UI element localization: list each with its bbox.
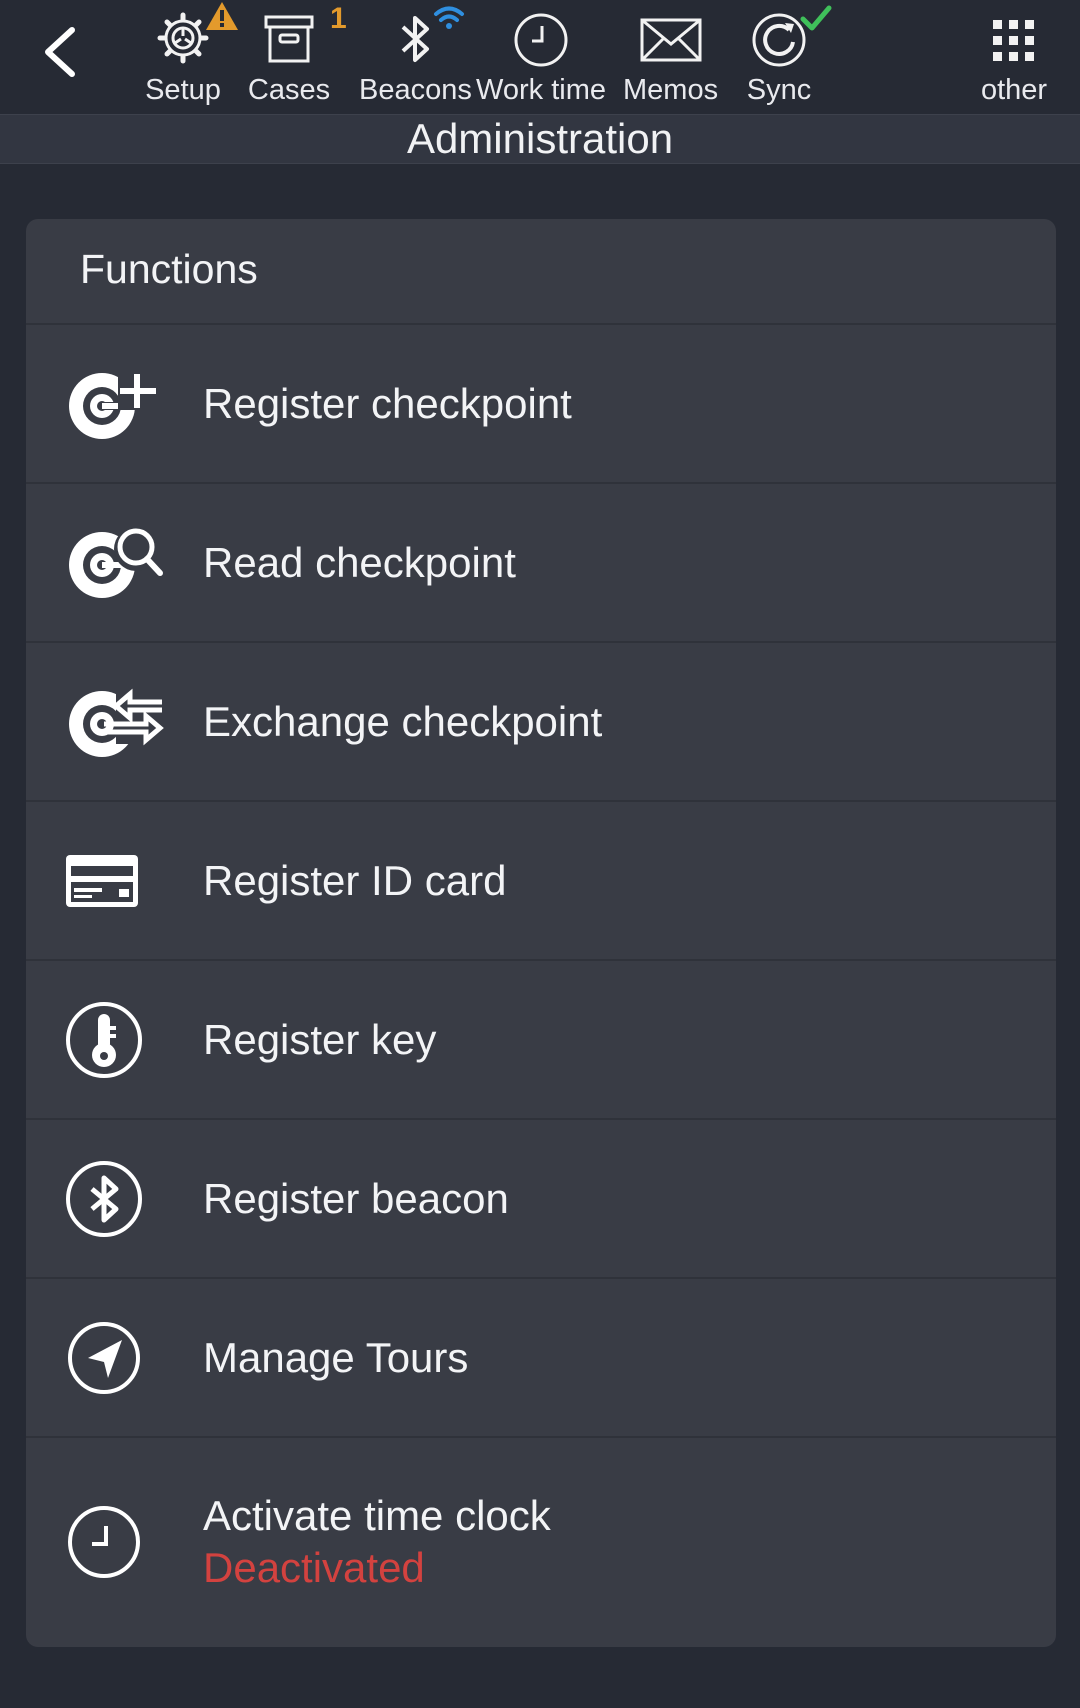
toolbar-work-time[interactable]: Work time — [476, 0, 606, 112]
bluetooth-icon — [402, 16, 430, 62]
wifi-signal-icon — [434, 6, 465, 29]
toolbar-memos[interactable]: Memos — [623, 0, 718, 112]
register-checkpoint-item[interactable]: Register checkpoint — [26, 325, 1056, 484]
functions-card: Functions Register checkpoint Read check… — [26, 219, 1056, 1647]
key-icon — [66, 1001, 142, 1078]
toolbar-sync[interactable]: Sync — [734, 0, 832, 112]
register-beacon-item[interactable]: Register beacon — [26, 1120, 1056, 1279]
top-toolbar: Setup 1 Cases Beacons Work time Memos Sy… — [0, 0, 1080, 114]
bluetooth-circle-icon — [66, 1160, 142, 1237]
toolbar-other-label: other — [980, 74, 1048, 106]
checkpoint-search-icon — [69, 526, 163, 598]
sync-icon — [752, 13, 806, 67]
toolbar-sync-label: Sync — [746, 74, 812, 106]
page-title: Administration — [0, 114, 1080, 164]
checkpoint-add-icon — [69, 371, 158, 439]
archive-box-icon — [264, 15, 314, 63]
clock-icon — [68, 1506, 140, 1578]
read-checkpoint-label: Read checkpoint — [203, 538, 516, 586]
register-beacon-label: Register beacon — [203, 1174, 509, 1222]
register-id-card-label: Register ID card — [203, 856, 507, 904]
warning-icon — [206, 2, 238, 30]
navigation-icon — [68, 1321, 140, 1394]
chevron-left-icon — [45, 27, 75, 77]
toolbar-cases-label: Cases — [247, 74, 331, 106]
toolbar-beacons[interactable]: Beacons — [359, 0, 472, 112]
manage-tours-item[interactable]: Manage Tours — [26, 1279, 1056, 1438]
exchange-checkpoint-label: Exchange checkpoint — [203, 697, 603, 745]
register-key-label: Register key — [203, 1015, 437, 1063]
toolbar-other[interactable]: other — [969, 0, 1059, 112]
clock-icon — [514, 13, 568, 67]
register-id-card-item[interactable]: Register ID card — [26, 802, 1056, 961]
activate-time-clock-label: Activate time clock — [203, 1492, 551, 1539]
toolbar-setup-label: Setup — [145, 74, 221, 106]
id-card-icon — [66, 854, 138, 907]
gear-icon — [157, 12, 209, 64]
toolbar-setup[interactable]: Setup — [138, 0, 238, 112]
toolbar-beacons-label: Beacons — [359, 74, 472, 106]
manage-tours-label: Manage Tours — [203, 1333, 469, 1381]
activate-time-clock-item[interactable]: Activate time clock Deactivated — [26, 1438, 1056, 1646]
envelope-icon — [640, 18, 702, 62]
read-checkpoint-item[interactable]: Read checkpoint — [26, 484, 1056, 643]
toolbar-memos-label: Memos — [623, 74, 719, 106]
exchange-checkpoint-item[interactable]: Exchange checkpoint — [26, 643, 1056, 802]
register-checkpoint-label: Register checkpoint — [203, 379, 572, 427]
toolbar-work-time-label: Work time — [476, 74, 606, 106]
checkmark-icon — [800, 5, 832, 31]
functions-header: Functions — [26, 219, 1056, 325]
checkpoint-exchange-icon — [69, 687, 164, 757]
toolbar-cases[interactable]: 1 Cases — [244, 0, 347, 112]
grid-menu-icon — [993, 20, 1034, 61]
cases-count-badge: 1 — [330, 2, 347, 35]
back-button[interactable] — [28, 18, 92, 86]
time-clock-status: Deactivated — [203, 1544, 425, 1591]
register-key-item[interactable]: Register key — [26, 961, 1056, 1120]
